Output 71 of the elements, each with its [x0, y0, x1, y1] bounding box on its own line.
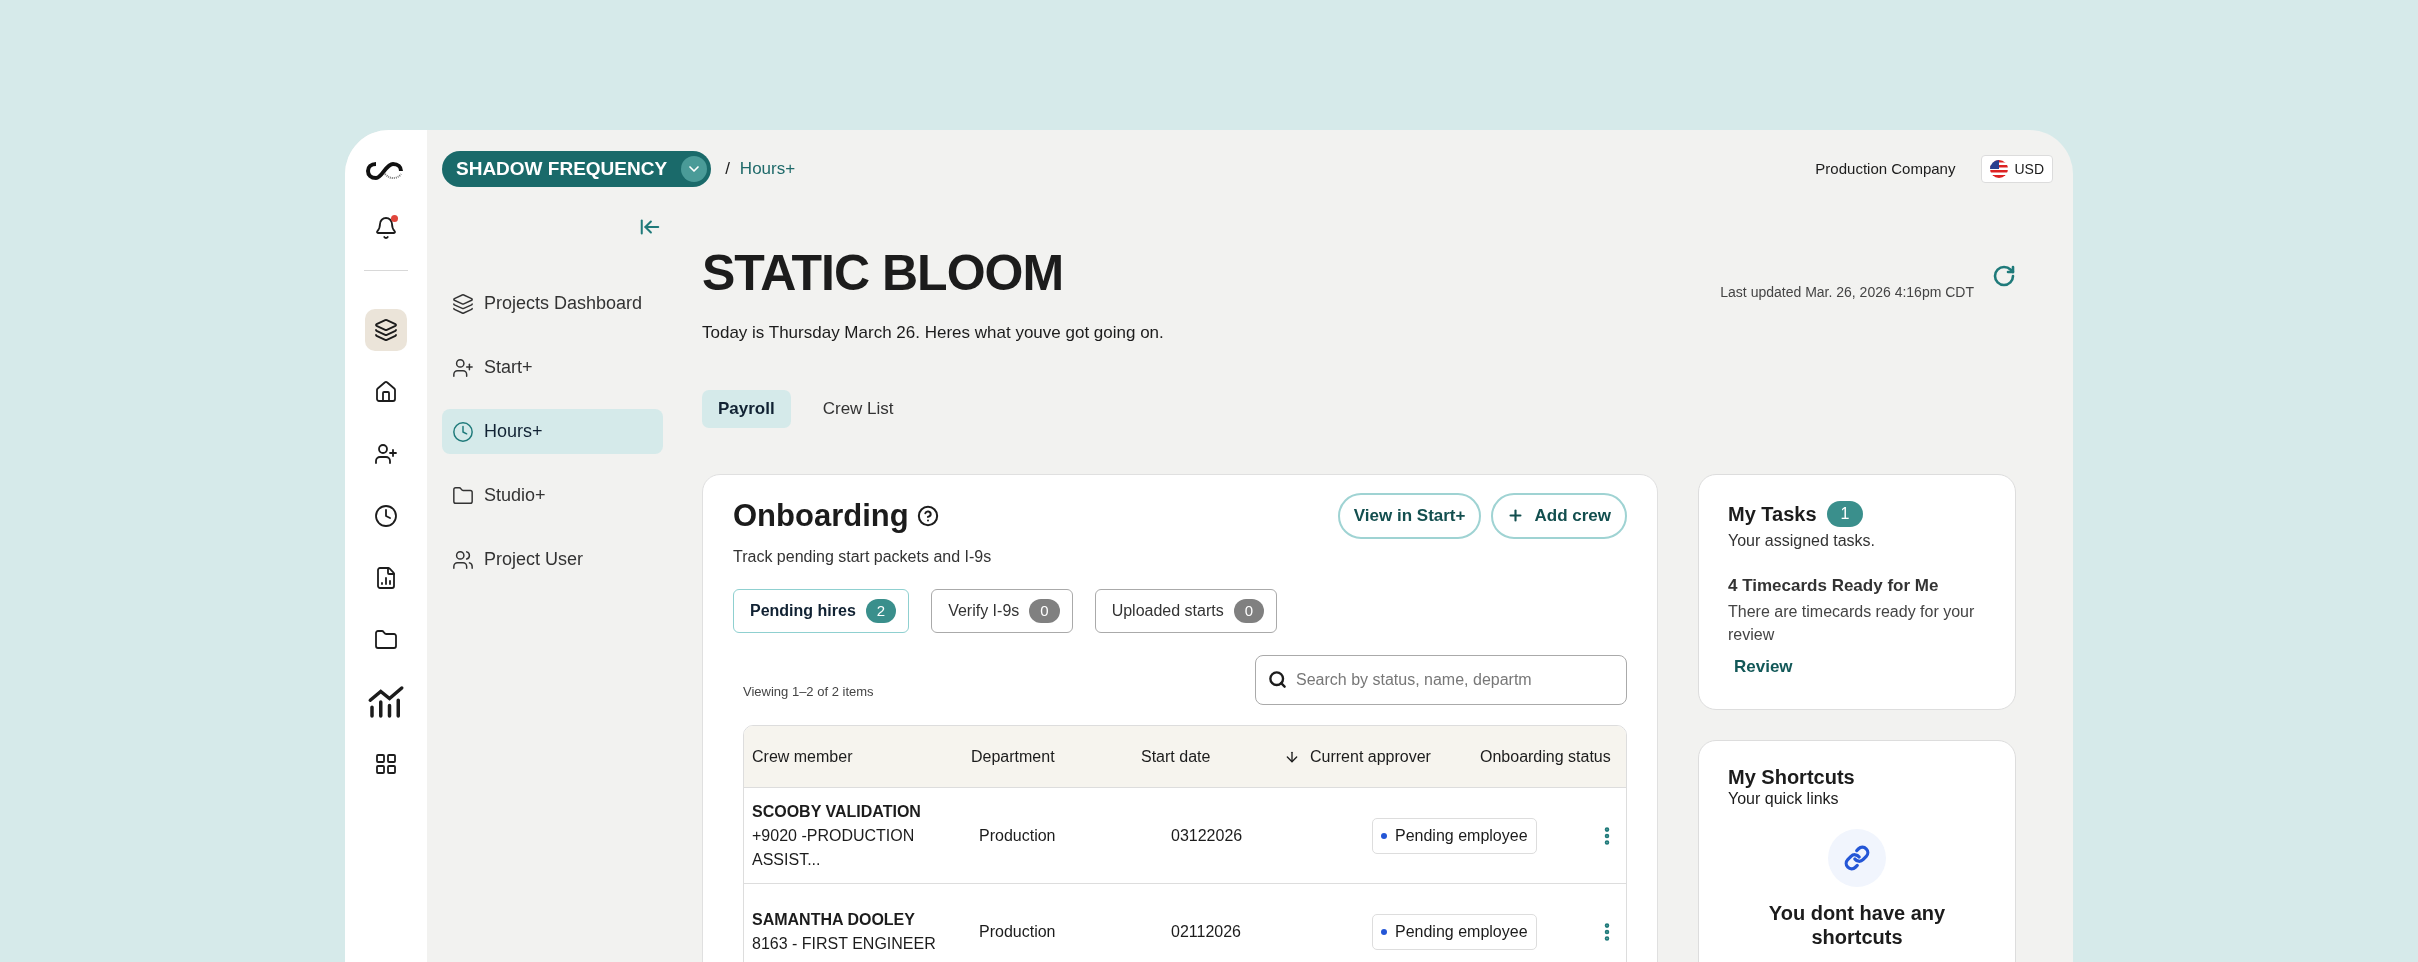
refresh-icon[interactable] [1992, 264, 2016, 288]
clock-icon [374, 504, 398, 528]
card-title: My Tasks [1728, 501, 1817, 527]
clock-icon [452, 420, 474, 443]
crew-name: SCOOBY VALIDATION [752, 801, 922, 822]
page-subtitle: Today is Thursday March 26. Heres what youve got going on. [702, 322, 1165, 344]
card-title: My Shortcuts [1728, 764, 1856, 789]
tab[interactable]: Crew List [806, 389, 910, 428]
nav-item[interactable]: Projects Dashboard [442, 281, 663, 326]
department-cell-text: Production [978, 921, 1056, 942]
nav-item[interactable]: Studio+ [442, 473, 663, 518]
crew-name: SAMANTHA DOOLEY [752, 909, 916, 930]
nav-item[interactable]: Project User [442, 537, 663, 582]
last-updated-text: Last updated Mar. 26, 2026 4:16pm CDT [1720, 283, 1974, 302]
help-icon[interactable] [916, 504, 939, 527]
add-user-icon [374, 442, 398, 466]
nav-item[interactable]: Hours+ [442, 409, 663, 454]
flag-icon [1990, 160, 2009, 178]
breadcrumb-separator: / [725, 158, 730, 181]
folder-icon [374, 628, 398, 652]
search-icon [1268, 670, 1287, 689]
card-subtitle: Track pending start packets and I-9s [733, 547, 993, 567]
column-header[interactable]: Start date [1141, 744, 1211, 769]
filter-chip[interactable]: Pending hires 2 [733, 589, 910, 633]
filter-chip[interactable]: Uploaded starts 0 [1094, 589, 1278, 633]
users-icon [452, 548, 474, 571]
column-header[interactable]: Current approver [1310, 744, 1431, 769]
column-header[interactable]: Onboarding status [1480, 744, 1611, 769]
currency-selector[interactable]: USD [1981, 155, 2053, 183]
department-cell-text: Production [978, 825, 1056, 846]
report-icon [374, 566, 398, 590]
count-badge: 0 [1029, 599, 1060, 623]
layers-rail-button[interactable] [365, 309, 407, 351]
project-selector[interactable]: SHADOW FREQUENCY [442, 151, 712, 187]
plus-icon [1507, 507, 1525, 524]
notification-bell[interactable] [374, 216, 398, 240]
task-title: 4 Timecards Ready for Me [1728, 574, 1940, 597]
chevron-down-icon [681, 156, 708, 182]
column-header[interactable]: Crew member [752, 744, 853, 769]
home-icon [374, 380, 398, 404]
task-description: There are timecards ready for your review [1728, 602, 1976, 645]
org-name: Production Company [1815, 158, 1956, 179]
empty-message: You dont have any shortcuts [1767, 900, 1947, 949]
column-header[interactable]: Department [971, 744, 1055, 769]
add-user-icon [452, 356, 474, 379]
viewing-count: Viewing 1–2 of 2 items [743, 682, 874, 701]
tab[interactable]: Payroll [702, 389, 791, 428]
view-button[interactable]: View in Start+ [1337, 492, 1482, 539]
folder-icon [452, 484, 474, 507]
count-badge: 1 [1826, 500, 1864, 527]
card-subtitle: Your assigned tasks. [1728, 530, 1877, 551]
grid-icon [374, 752, 398, 776]
layers-icon [452, 292, 474, 315]
layers-icon [374, 318, 398, 342]
status-badge: Pending employee [1372, 817, 1537, 854]
start-date-cell-text: 03122026 [1170, 825, 1243, 846]
card-subtitle: Your quick links [1728, 788, 1840, 809]
crew-role: +9020 -PRODUCTION ASSIST... [752, 825, 916, 870]
count-badge: 0 [1233, 599, 1265, 623]
breadcrumb-link[interactable]: Hours+ [739, 156, 796, 182]
page-title: STATIC BLOOM [702, 248, 1065, 298]
search-field[interactable]: Search by status, name, departm [1255, 655, 1627, 705]
status-badge: Pending employee [1372, 913, 1537, 950]
nav-item[interactable]: Start+ [442, 345, 663, 390]
filter-chip[interactable]: Verify I-9s 0 [931, 589, 1073, 633]
count-badge: 2 [865, 599, 897, 623]
crew-role: 8163 - FIRST ENGINEER [752, 933, 937, 954]
start-date-cell-text: 02112026 [1170, 921, 1241, 942]
add-crew-button[interactable]: Add crew [1491, 492, 1627, 539]
card-title: Onboarding [733, 496, 909, 535]
review-link[interactable]: Review [1734, 654, 1793, 680]
